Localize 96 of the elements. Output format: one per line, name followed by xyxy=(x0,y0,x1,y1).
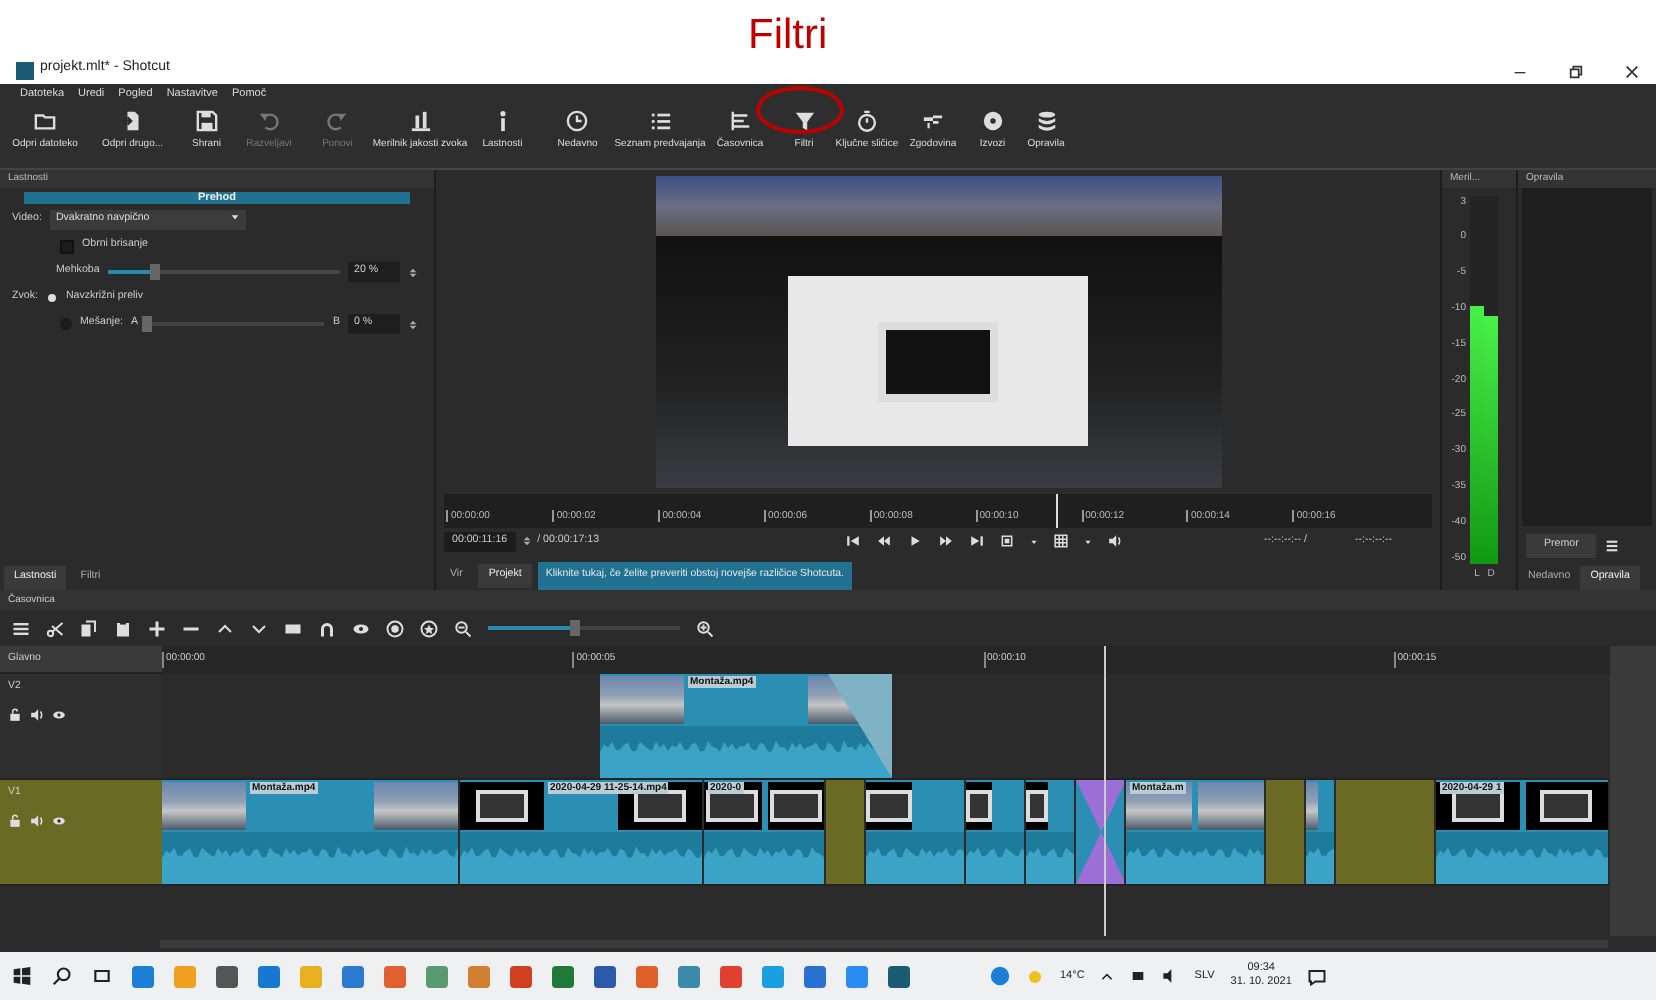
skip-end-icon[interactable] xyxy=(969,534,984,549)
help-icon[interactable] xyxy=(990,966,1010,987)
video-clip[interactable] xyxy=(966,780,1026,885)
plus-icon[interactable] xyxy=(148,619,166,638)
zoom-in-icon[interactable] xyxy=(696,619,714,638)
overwrite-icon[interactable] xyxy=(284,619,302,638)
thumbnail xyxy=(1026,782,1047,831)
thumbnail xyxy=(460,782,544,831)
menu-icon[interactable] xyxy=(12,619,30,638)
redo-icon xyxy=(326,109,349,132)
checkbox[interactable] xyxy=(60,239,74,254)
slider-handle[interactable] xyxy=(570,620,581,637)
app-icon[interactable] xyxy=(678,965,700,988)
database-icon xyxy=(1035,109,1057,132)
spin-arrows-icon[interactable] xyxy=(408,263,418,282)
magnet-icon[interactable] xyxy=(318,619,336,638)
search-icon[interactable] xyxy=(52,966,72,987)
frame-icon[interactable] xyxy=(999,534,1014,549)
caret-down-icon[interactable] xyxy=(250,619,268,638)
app-icon[interactable] xyxy=(594,965,616,988)
app-icon[interactable] xyxy=(468,965,490,988)
video-clip[interactable] xyxy=(1026,780,1076,885)
rewind-icon[interactable] xyxy=(875,534,892,549)
thumbnail xyxy=(1306,782,1317,831)
filter-icon xyxy=(793,109,815,132)
star-circle-icon[interactable] xyxy=(420,619,438,638)
chevron-up-icon[interactable] xyxy=(1100,969,1115,984)
timeline-icon xyxy=(729,109,751,132)
fade-triangle xyxy=(828,674,892,779)
slider-handle[interactable] xyxy=(150,264,161,281)
scrollbar[interactable] xyxy=(160,940,1608,949)
document-icon xyxy=(121,109,144,132)
windows-logo-icon[interactable] xyxy=(12,966,32,987)
list-icon xyxy=(649,109,671,132)
thumbnail xyxy=(1198,782,1264,831)
fast-forward-icon[interactable] xyxy=(937,534,954,549)
spin-arrows-icon[interactable] xyxy=(521,532,532,551)
app-icon[interactable] xyxy=(846,965,868,988)
app-icon[interactable] xyxy=(720,965,742,988)
caret-icon[interactable] xyxy=(1083,537,1092,546)
app-icon[interactable] xyxy=(132,965,154,988)
disc-icon xyxy=(981,109,1004,132)
eye-icon[interactable] xyxy=(52,708,66,723)
task-view-icon[interactable] xyxy=(92,966,112,987)
eye-icon[interactable] xyxy=(352,619,370,638)
folder-icon xyxy=(34,109,56,132)
app-icon[interactable] xyxy=(258,965,280,988)
undo-icon xyxy=(258,109,280,132)
video-clip[interactable] xyxy=(866,780,966,885)
thumbnail xyxy=(600,676,684,725)
thumbnail xyxy=(866,782,912,831)
volume-icon[interactable] xyxy=(1107,534,1122,549)
target-icon[interactable] xyxy=(386,619,404,638)
spin-arrows-icon[interactable] xyxy=(408,315,418,334)
level-meter-icon xyxy=(409,109,431,132)
scissors-icon[interactable] xyxy=(46,619,64,638)
app-icon[interactable] xyxy=(426,965,448,988)
speaker-icon[interactable] xyxy=(30,708,44,723)
stopwatch-icon xyxy=(856,109,878,132)
slider-handle[interactable] xyxy=(142,316,153,333)
app-icon[interactable] xyxy=(216,965,238,988)
app-icon[interactable] xyxy=(804,965,826,988)
app-icon[interactable] xyxy=(342,965,364,988)
caret-up-icon[interactable] xyxy=(216,619,234,638)
transition-clip[interactable] xyxy=(1076,780,1124,885)
zoom-out-icon[interactable] xyxy=(454,619,472,638)
menu-icon[interactable] xyxy=(1604,538,1621,555)
caret-icon xyxy=(229,212,240,223)
skip-start-icon[interactable] xyxy=(845,534,860,549)
app-icon xyxy=(16,61,34,80)
thumbnail xyxy=(767,782,824,831)
restore-icon[interactable] xyxy=(1568,63,1584,80)
thumbnail xyxy=(1525,782,1608,831)
app-icon[interactable] xyxy=(888,965,910,988)
annotation-label: Filtri xyxy=(748,14,828,56)
paste-icon[interactable] xyxy=(114,619,132,638)
copy-icon[interactable] xyxy=(80,619,98,638)
highlight-ellipse xyxy=(756,86,844,134)
close-icon[interactable] xyxy=(1624,63,1640,80)
lock-icon[interactable] xyxy=(8,708,22,723)
weather-icon xyxy=(1026,967,1044,986)
zoom-slider[interactable] xyxy=(488,626,680,631)
clock-icon xyxy=(566,109,589,132)
radio-button[interactable] xyxy=(47,294,56,303)
play-icon[interactable] xyxy=(907,534,922,549)
app-icon[interactable] xyxy=(636,965,658,988)
app-icon[interactable] xyxy=(552,965,574,988)
video-clip[interactable] xyxy=(1306,780,1336,885)
thumbnail xyxy=(374,782,458,831)
thumbnail xyxy=(966,782,992,831)
app-icon[interactable] xyxy=(384,965,406,988)
notification-icon[interactable] xyxy=(1307,967,1326,986)
caret-icon[interactable] xyxy=(1029,537,1038,546)
grid-icon[interactable] xyxy=(1053,534,1068,549)
app-icon[interactable] xyxy=(510,965,532,988)
thumbnail xyxy=(162,782,246,831)
